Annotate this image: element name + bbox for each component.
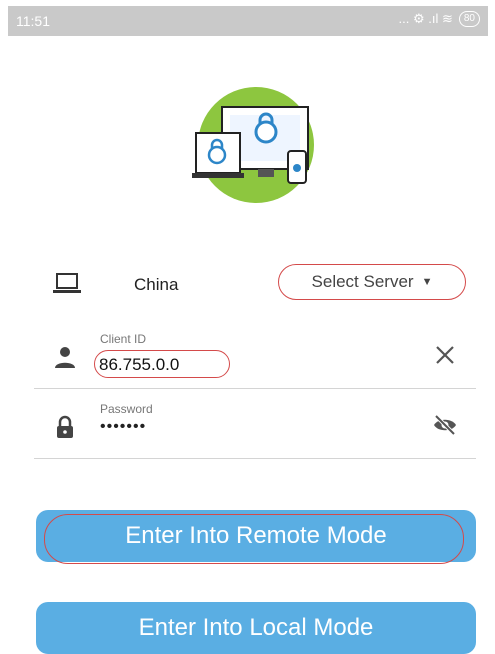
client-id-label: Client ID <box>100 332 147 346</box>
country-name: China <box>134 275 179 294</box>
password-label: Password <box>100 402 153 416</box>
status-signal-icons: ... ⚙ .ıl ≋ <box>398 11 453 26</box>
enter-remote-mode-button[interactable]: Enter Into Remote Mode <box>36 510 476 562</box>
app-logo <box>192 87 314 203</box>
password-field[interactable]: Password ••••••• <box>34 392 476 459</box>
status-icons: ... ⚙ .ıl ≋ 80 <box>399 11 480 27</box>
dropdown-caret-icon: ▼ <box>421 276 433 288</box>
password-input[interactable]: ••••••• <box>100 418 146 436</box>
select-server-label: Select Server <box>311 272 414 291</box>
person-icon <box>55 347 75 368</box>
status-bar: 11:51 ... ⚙ .ıl ≋ 80 <box>8 6 488 36</box>
client-id-input[interactable]: 86.755.0.0 <box>94 350 230 378</box>
clear-icon[interactable] <box>432 342 458 368</box>
select-server-dropdown[interactable]: Select Server ▼ <box>278 264 466 300</box>
lock-icon <box>57 415 73 438</box>
battery-icon: 80 <box>458 11 480 27</box>
laptop-icon <box>53 273 81 293</box>
eye-off-icon[interactable] <box>432 412 458 438</box>
client-id-field[interactable]: Client ID 86.755.0.0 <box>34 322 476 389</box>
enter-local-mode-button[interactable]: Enter Into Local Mode <box>36 602 476 654</box>
status-time: 11:51 <box>16 13 50 29</box>
server-row: China Select Server ▼ <box>34 262 476 306</box>
